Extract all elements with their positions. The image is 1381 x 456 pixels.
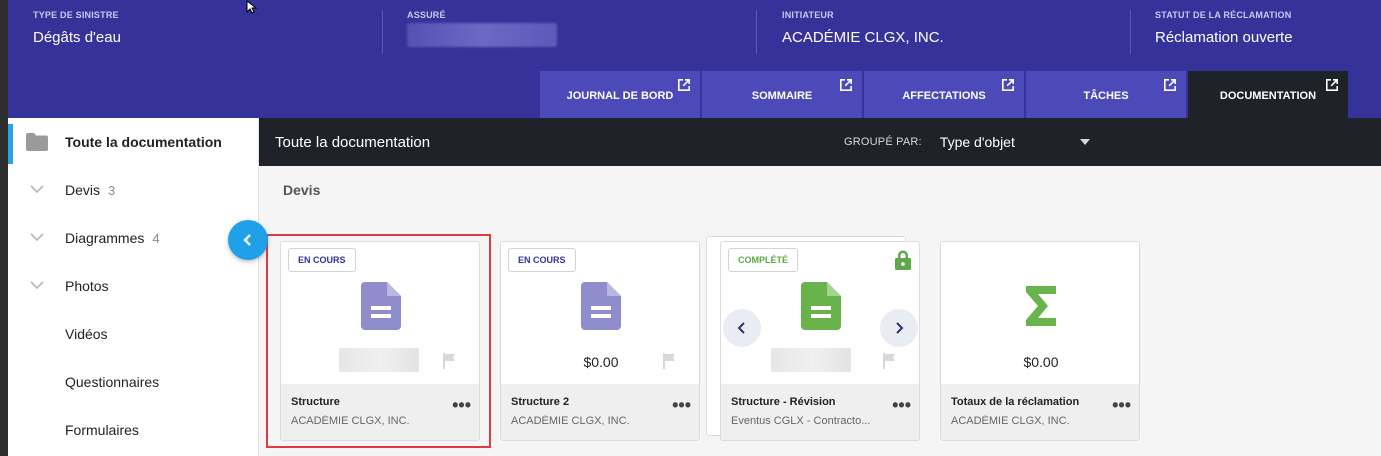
selection-highlight — [266, 234, 491, 448]
open-external-icon[interactable] — [839, 78, 853, 92]
documentation-panel: Toute la documentation GROUPÉ PAR: Type … — [259, 118, 1381, 456]
card-title: Structure 2 — [511, 396, 570, 408]
group-by-label: GROUPÉ PAR: — [844, 136, 922, 148]
chevron-left-icon — [737, 322, 745, 334]
tab-label: AFFECTATIONS — [902, 89, 986, 102]
sidebar-item-label: Diagrammes — [65, 230, 145, 246]
insured-field: ASSURÉ — [407, 10, 557, 56]
insured-label: ASSURÉ — [407, 10, 446, 20]
card-title: Totaux de la réclamation — [951, 396, 1080, 408]
dropdown-caret-icon — [1079, 139, 1090, 145]
document-icon — [801, 282, 841, 330]
sidebar-item-videos[interactable]: Vidéos — [8, 310, 258, 358]
sidebar-item-count: 3 — [108, 182, 116, 198]
sidebar-item-count: 4 — [152, 230, 160, 246]
panel-title: Toute la documentation — [275, 133, 431, 151]
amount-redacted — [771, 348, 851, 372]
status-badge: EN COURS — [508, 248, 576, 272]
more-options-icon[interactable]: ••• — [1112, 396, 1131, 414]
tab-assignments[interactable]: AFFECTATIONS — [864, 71, 1024, 118]
loss-type-label: TYPE DE SINISTRE — [33, 10, 119, 20]
card-footer: Structure 2 ACADÉMIE CLGX, INC. ••• — [501, 384, 699, 440]
header-divider — [1130, 10, 1131, 54]
documentation-sidebar: Toute la documentation Devis 3 Diagramme… — [8, 118, 259, 456]
lock-icon — [895, 250, 911, 270]
tab-label: TÂCHES — [1083, 89, 1129, 102]
revision-card[interactable]: COMPLÉTÉ Structure - Révision Eventus CG… — [720, 241, 920, 441]
sidebar-item-label: Questionnaires — [65, 374, 160, 390]
estimate-card[interactable]: EN COURS $0.00 Structure 2 ACADÉMIE CLGX… — [500, 241, 700, 441]
sidebar-item-label: Toute la documentation — [65, 134, 222, 150]
loss-type-value: Dégâts d'eau — [33, 29, 121, 46]
claim-tabs: JOURNAL DE BORD SOMMAIRE AFFECTATIONS TÂ… — [540, 71, 1348, 118]
group-by-select[interactable]: Type d'objet — [940, 134, 1090, 150]
claim-status-label: STATUT DE LA RÉCLAMATION — [1155, 10, 1292, 20]
tab-journal[interactable]: JOURNAL DE BORD — [540, 71, 700, 118]
sidebar-item-photos[interactable]: Photos — [8, 262, 258, 310]
chevron-left-icon — [243, 234, 251, 246]
insured-value-redacted — [407, 23, 557, 47]
sidebar-item-label: Formulaires — [65, 422, 139, 438]
tab-label: JOURNAL DE BORD — [566, 89, 674, 102]
more-options-icon[interactable]: ••• — [672, 396, 691, 414]
card-footer: Totaux de la réclamation ACADÉMIE CLGX, … — [941, 384, 1139, 440]
chevron-down-icon[interactable] — [30, 230, 44, 244]
initiator-label: INITIATEUR — [782, 10, 834, 20]
header-divider — [382, 10, 383, 54]
sidebar-item-questionnaires[interactable]: Questionnaires — [8, 358, 258, 406]
open-external-icon[interactable] — [1163, 78, 1177, 92]
claim-totals-card[interactable]: $0.00 Totaux de la réclamation ACADÉMIE … — [940, 241, 1140, 441]
card-subtitle: ACADÉMIE CLGX, INC. — [511, 415, 630, 427]
sidebar-item-formulaires[interactable]: Formulaires — [8, 406, 258, 454]
next-revision-button[interactable] — [880, 309, 918, 347]
open-external-icon[interactable] — [1001, 78, 1015, 92]
chevron-down-icon[interactable] — [30, 278, 44, 292]
card-subtitle: ACADÉMIE CLGX, INC. — [951, 415, 1070, 427]
tab-label: SOMMAIRE — [751, 89, 813, 102]
sidebar-item-label: Photos — [65, 278, 109, 294]
document-icon — [581, 282, 621, 330]
initiator-value: ACADÉMIE CLGX, INC. — [782, 29, 944, 46]
initiator-field: INITIATEUR ACADÉMIE CLGX, INC. — [782, 10, 944, 56]
previous-revision-button[interactable] — [723, 309, 761, 347]
sidebar-item-label: Vidéos — [65, 326, 108, 342]
tab-summary[interactable]: SOMMAIRE — [702, 71, 862, 118]
collapse-sidebar-button[interactable] — [228, 220, 268, 260]
loss-type-field: TYPE DE SINISTRE Dégâts d'eau — [33, 10, 121, 56]
card-amount: $0.00 — [1023, 354, 1059, 370]
card-subtitle: Eventus CGLX - Contracto... — [731, 415, 871, 427]
sigma-icon — [1026, 286, 1056, 326]
sidebar-item-all-documentation[interactable]: Toute la documentation — [8, 118, 258, 166]
group-by-value: Type d'objet — [939, 134, 1015, 150]
open-external-icon[interactable] — [677, 78, 691, 92]
status-badge: COMPLÉTÉ — [728, 248, 799, 272]
flag-icon[interactable] — [881, 352, 899, 370]
card-footer: Structure - Révision Eventus CGLX - Cont… — [721, 384, 919, 440]
claim-header: TYPE DE SINISTRE Dégâts d'eau ASSURÉ INI… — [8, 0, 1381, 118]
sidebar-item-label: Devis — [65, 182, 101, 198]
app-window: TYPE DE SINISTRE Dégâts d'eau ASSURÉ INI… — [8, 0, 1381, 456]
section-title: Devis — [283, 182, 321, 198]
claim-status-value: Réclamation ouverte — [1155, 29, 1293, 46]
flag-icon[interactable] — [661, 352, 679, 370]
card-title: Structure - Révision — [731, 396, 836, 408]
documentation-toolbar: Toute la documentation GROUPÉ PAR: Type … — [259, 118, 1381, 166]
chevron-right-icon — [896, 322, 904, 334]
sidebar-item-diagrammes[interactable]: Diagrammes 4 — [8, 214, 258, 262]
tab-tasks[interactable]: TÂCHES — [1026, 71, 1186, 118]
tab-label: DOCUMENTATION — [1219, 89, 1317, 102]
folder-icon — [26, 133, 48, 151]
mouse-cursor-icon — [246, 0, 258, 14]
chevron-down-icon[interactable] — [30, 182, 44, 196]
tab-documentation[interactable]: DOCUMENTATION — [1188, 71, 1348, 118]
more-options-icon[interactable]: ••• — [892, 396, 911, 414]
claim-status-field: STATUT DE LA RÉCLAMATION Réclamation ouv… — [1155, 10, 1293, 56]
sidebar-item-devis[interactable]: Devis 3 — [8, 166, 258, 214]
open-external-icon[interactable] — [1325, 78, 1339, 92]
header-divider — [756, 10, 757, 54]
group-by-control: GROUPÉ PAR: Type d'objet — [844, 118, 1090, 166]
